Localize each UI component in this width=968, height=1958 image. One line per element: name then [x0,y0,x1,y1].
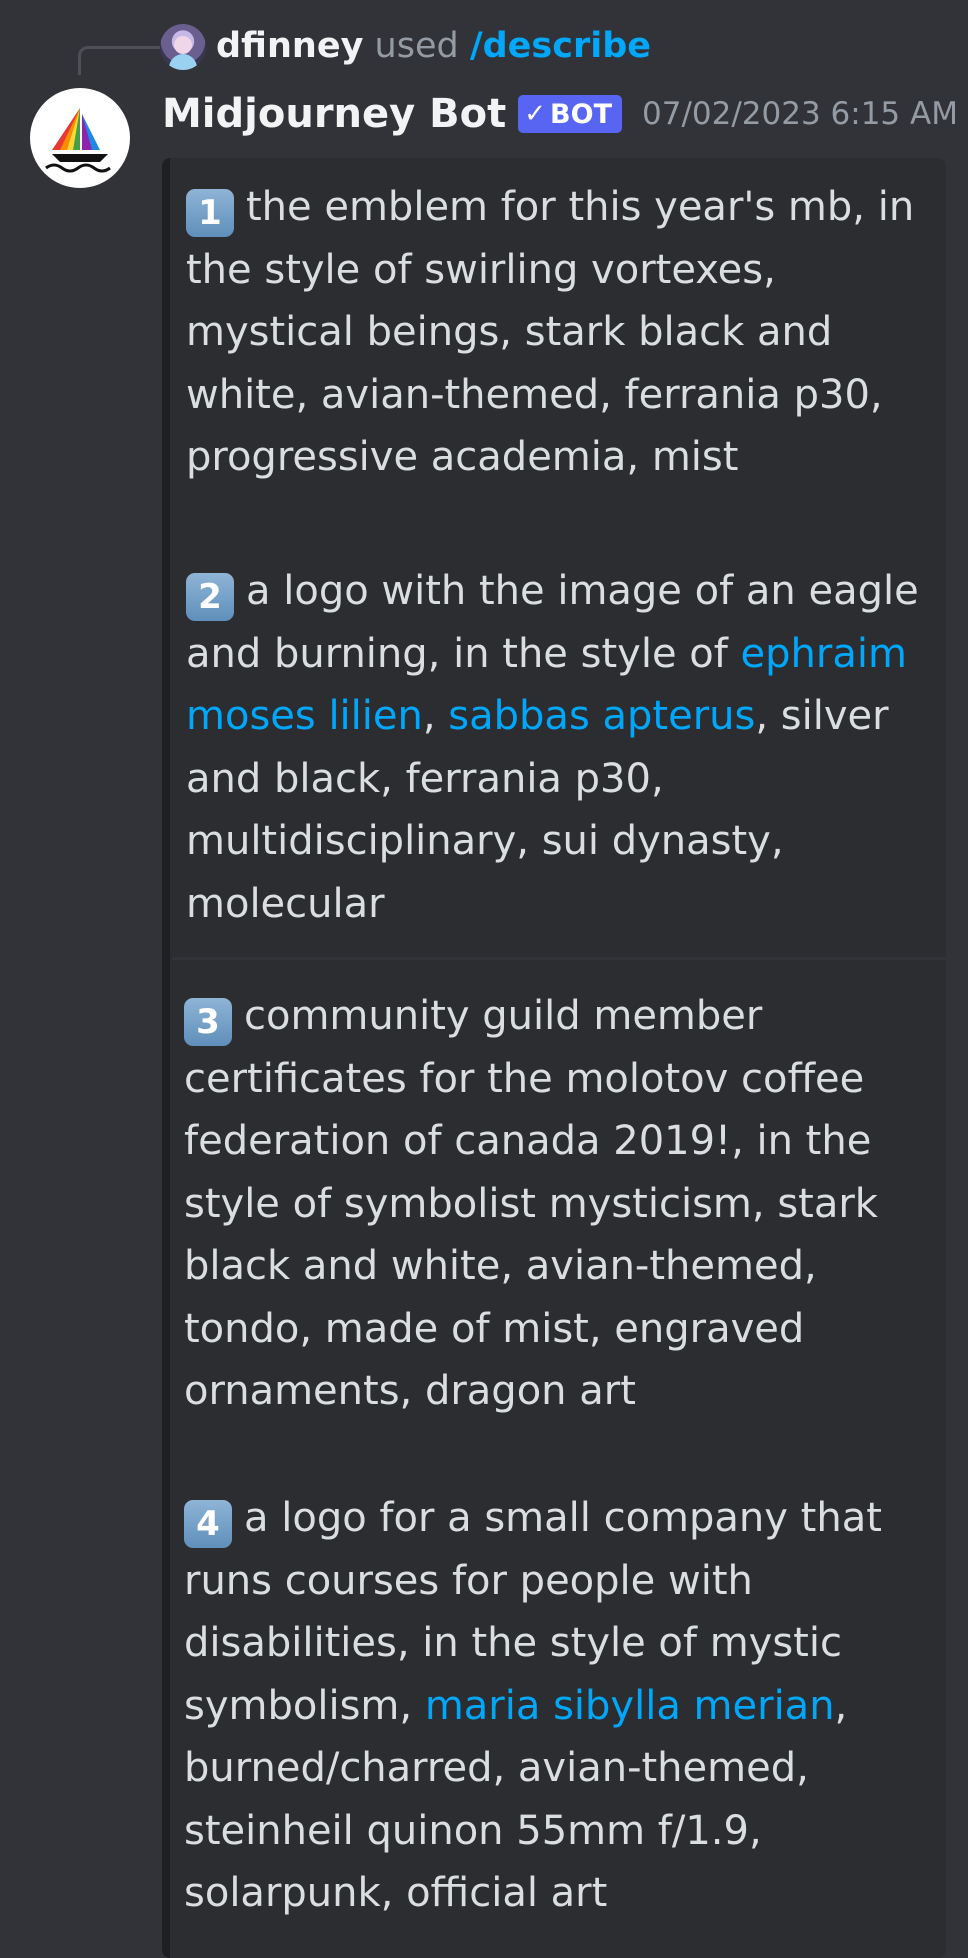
reply-command[interactable]: /describe [470,26,651,66]
reply-header: dfinney used /describe [216,22,651,70]
prompt-3: 3 community guild member certificates for… [184,985,924,1423]
prompt-1: 1 the emblem for this year's mb, in the s… [186,176,926,489]
keycap-3-icon: 3 [184,998,232,1046]
prompt-1-text: the emblem for this year's mb, in the st… [186,184,915,480]
sailboat-logo-icon [45,108,111,173]
embed-divider [172,957,946,960]
prompt-2: 2a logo with the image of an eagle and b… [186,560,926,935]
reply-username[interactable]: dfinney [216,26,363,66]
bot-badge: ✓ BOT [518,95,622,133]
prompt-4: 4a logo for a small company that runs co… [184,1487,924,1925]
author-name[interactable]: Midjourney Bot [162,91,506,137]
reply-user-avatar[interactable] [160,24,206,70]
reply-used-label: used [374,26,459,66]
prompt-2-link-sabbas[interactable]: sabbas apterus [448,693,755,739]
keycap-2-icon: 2 [186,573,234,621]
reply-connector [78,46,163,75]
prompt-2-separator: , [422,693,449,739]
prompt-4-link-merian[interactable]: maria sibylla merian [425,1683,835,1729]
message-header: Midjourney Bot ✓ BOT 07/02/2023 6:15 AM [162,84,958,144]
keycap-4-icon: 4 [184,1500,232,1548]
bot-badge-label: BOT [550,98,612,130]
message-timestamp[interactable]: 07/02/2023 6:15 AM [642,96,958,132]
keycap-1-icon: 1 [186,189,234,237]
bot-avatar[interactable] [30,88,130,188]
check-icon: ✓ [524,99,547,129]
prompt-3-text: community guild member certificates for … [184,993,878,1414]
